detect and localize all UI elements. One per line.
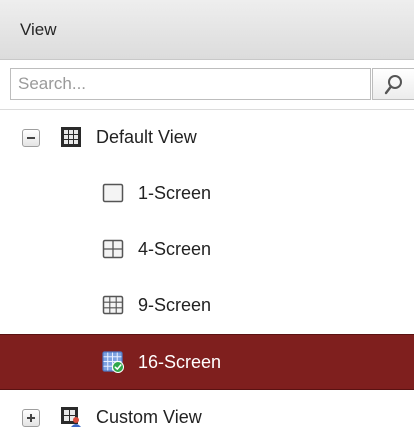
search-input[interactable] xyxy=(10,68,371,100)
default-view-grid-icon xyxy=(60,126,82,148)
four-screen-layout-icon xyxy=(102,238,124,260)
tree-item-custom-view[interactable]: Custom View xyxy=(0,390,414,446)
tree-item-label: 1-Screen xyxy=(138,183,212,203)
expand-plus-icon[interactable] xyxy=(22,409,40,427)
view-panel: View Default View xyxy=(0,0,414,447)
tree-item-default-view[interactable]: Default View xyxy=(0,110,414,166)
tree-item-9-screen[interactable]: 9-Screen xyxy=(0,278,414,334)
collapse-minus-icon[interactable] xyxy=(22,129,40,147)
search-button[interactable] xyxy=(372,68,414,100)
custom-view-icon xyxy=(60,406,82,428)
tree-item-label: 4-Screen xyxy=(138,239,212,259)
tree-item-label: Custom View xyxy=(96,407,202,427)
nine-screen-layout-icon xyxy=(102,294,124,316)
panel-header: View xyxy=(0,0,414,60)
panel-title: View xyxy=(20,20,57,39)
tree-item-label: 9-Screen xyxy=(138,295,212,315)
tree-item-label: 16-Screen xyxy=(138,352,222,372)
one-screen-layout-icon xyxy=(102,182,124,204)
sixteen-screen-layout-icon xyxy=(102,351,124,373)
search-bar xyxy=(0,60,414,110)
tree-item-4-screen[interactable]: 4-Screen xyxy=(0,222,414,278)
tree-item-label: Default View xyxy=(96,127,197,147)
tree-item-1-screen[interactable]: 1-Screen xyxy=(0,166,414,222)
search-icon xyxy=(384,75,402,95)
tree-item-16-screen[interactable]: 16-Screen xyxy=(0,334,414,390)
